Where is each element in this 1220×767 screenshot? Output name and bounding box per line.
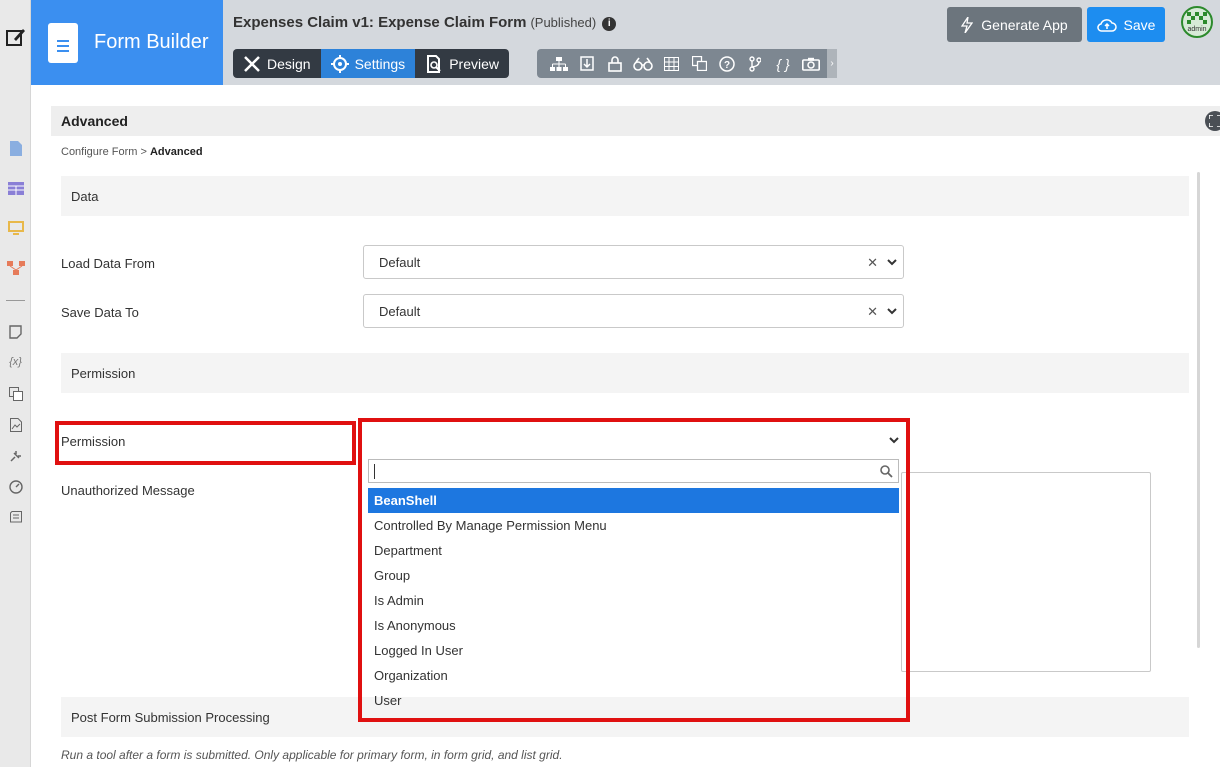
panel-title: Advanced: [61, 113, 128, 129]
tab-settings-label: Settings: [354, 55, 406, 72]
tab-settings[interactable]: Settings: [320, 49, 416, 78]
section-post-label: Post Form Submission Processing: [71, 709, 270, 725]
hierarchy-icon[interactable]: [545, 49, 573, 78]
image-file-icon[interactable]: [0, 414, 31, 436]
rail-divider: [6, 300, 25, 301]
translate-icon[interactable]: [685, 49, 713, 78]
clear-icon[interactable]: ✕: [867, 255, 878, 271]
app-title: Form Builder: [94, 31, 209, 53]
help-icon[interactable]: ?: [713, 49, 741, 78]
brand-block[interactable]: Form Builder: [31, 0, 223, 85]
bolt-icon: [961, 16, 974, 33]
process-icon[interactable]: [0, 257, 31, 279]
unauthorized-message-label: Unauthorized Message: [61, 483, 195, 498]
binoculars-icon[interactable]: [629, 49, 657, 78]
design-tools-icon: [244, 55, 260, 72]
edit-icon[interactable]: [0, 26, 31, 48]
form-icon[interactable]: [0, 137, 31, 159]
breadcrumb-separator: >: [140, 146, 147, 158]
fullscreen-icon[interactable]: [1205, 111, 1220, 131]
braces-icon[interactable]: { }: [769, 49, 797, 78]
gauge-icon[interactable]: [0, 476, 31, 498]
section-data-label: Data: [71, 188, 99, 204]
panel-header: Advanced: [51, 106, 1220, 136]
save-data-select[interactable]: Default ✕: [363, 294, 904, 328]
tab-design-label: Design: [267, 55, 311, 72]
breadcrumb-current: Advanced: [149, 146, 203, 158]
save-data-value: Default: [379, 303, 421, 319]
load-data-value: Default: [379, 254, 421, 270]
section-permission: Permission: [61, 353, 1189, 393]
grid-icon[interactable]: [657, 49, 685, 78]
preview-document-icon: [427, 54, 441, 73]
breadcrumb: Configure Form > Advanced: [61, 146, 203, 158]
load-data-label: Load Data From: [61, 256, 155, 271]
plug-icon[interactable]: [0, 445, 31, 467]
save-data-label: Save Data To: [61, 305, 139, 320]
table-icon[interactable]: [0, 177, 31, 199]
save-button[interactable]: Save: [1087, 7, 1165, 42]
tab-preview-label: Preview: [449, 55, 499, 72]
svg-text:?: ?: [724, 60, 730, 71]
chevron-down-icon[interactable]: [886, 256, 898, 268]
section-permission-label: Permission: [71, 365, 136, 381]
section-data: Data: [61, 176, 1189, 216]
translate-icon[interactable]: [0, 383, 31, 405]
row-merge-icon[interactable]: [573, 49, 601, 78]
top-bar: Expenses Claim v1: Expense Claim Form (Pu…: [223, 0, 1220, 85]
variable-icon[interactable]: {x}: [0, 351, 31, 373]
unauthorized-message-textarea[interactable]: [901, 472, 1151, 672]
info-icon[interactable]: i: [602, 17, 617, 31]
highlight-permission-dropdown: [358, 418, 910, 722]
clear-icon[interactable]: ✕: [867, 304, 878, 320]
load-data-select[interactable]: Default ✕: [363, 245, 904, 279]
generate-app-button[interactable]: Generate App: [947, 7, 1082, 42]
note-icon[interactable]: [0, 321, 31, 343]
form-status: (Published): [530, 15, 597, 30]
scroll-icon[interactable]: [0, 507, 31, 529]
ui-icon[interactable]: [0, 217, 31, 239]
post-submission-hint: Run a tool after a form is submitted. On…: [61, 748, 563, 762]
cloud-upload-icon: [1096, 18, 1117, 32]
form-title-row: Expenses Claim v1: Expense Claim Form (Pu…: [233, 14, 617, 31]
chevron-down-icon[interactable]: [886, 305, 898, 317]
camera-icon[interactable]: [797, 49, 825, 78]
breadcrumb-parent[interactable]: Configure Form: [61, 146, 137, 158]
gear-icon: [330, 54, 349, 73]
scrollbar[interactable]: [1197, 172, 1200, 648]
left-rail: {x}: [0, 0, 31, 767]
highlight-permission-label: [55, 421, 356, 465]
tool-strip: ? { } ›: [537, 49, 837, 78]
form-title: Expenses Claim v1: Expense Claim Form: [233, 14, 527, 31]
generate-app-label: Generate App: [981, 16, 1068, 33]
tab-preview[interactable]: Preview: [415, 49, 509, 78]
form-document-icon: [48, 22, 78, 63]
avatar[interactable]: admin: [1181, 6, 1213, 38]
lock-icon[interactable]: [601, 49, 629, 78]
avatar-text: admin: [1187, 26, 1207, 33]
chevron-right-icon[interactable]: ›: [827, 49, 837, 78]
branch-icon[interactable]: [741, 49, 769, 78]
builder-tabs: Design Settings Preview: [233, 49, 509, 78]
tab-design[interactable]: Design: [233, 49, 321, 78]
save-label: Save: [1123, 16, 1156, 33]
